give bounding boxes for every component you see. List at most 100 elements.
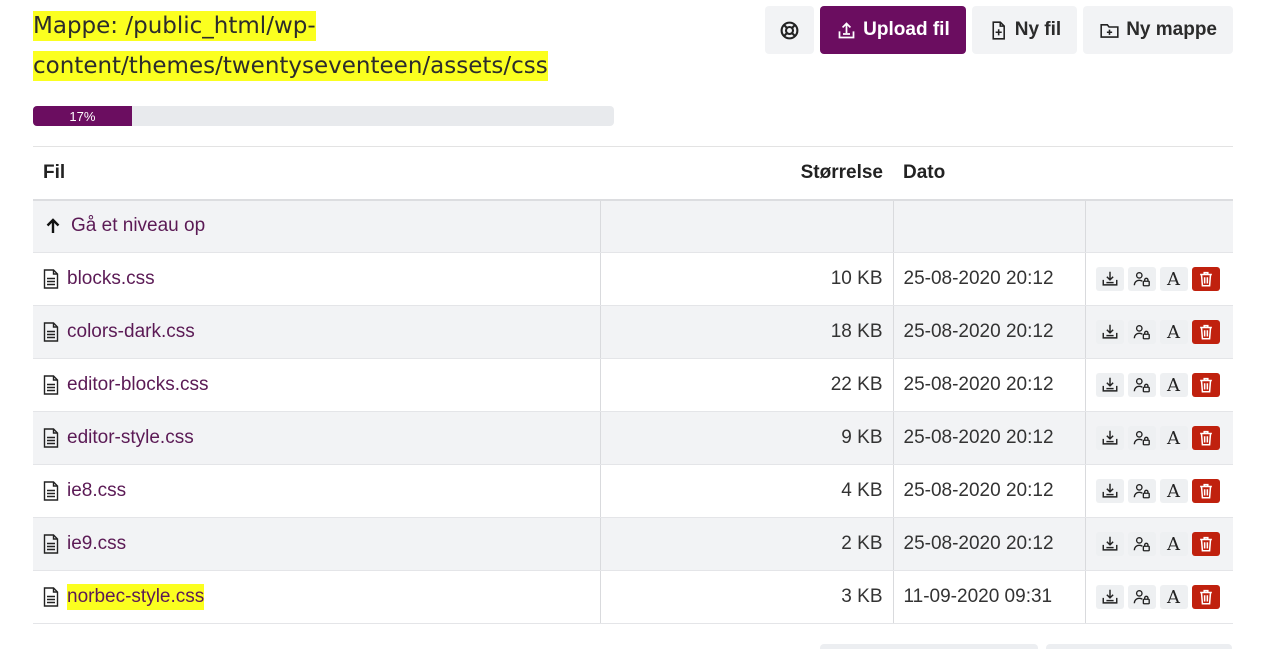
- file-row[interactable]: colors-dark.css 18 KB 25-08-2020 20:12 A: [33, 305, 1233, 359]
- file-name-link[interactable]: colors-dark.css: [67, 321, 195, 343]
- file-row[interactable]: ie8.css 4 KB 25-08-2020 20:12 A: [33, 464, 1233, 518]
- file-row[interactable]: ie9.css 2 KB 25-08-2020 20:12 A: [33, 517, 1233, 571]
- trash-icon: [1199, 271, 1212, 287]
- download-icon: [1102, 324, 1117, 339]
- delete-button[interactable]: [1191, 267, 1220, 291]
- upload-file-label: Upload fil: [863, 19, 950, 40]
- permissions-button[interactable]: [1127, 267, 1156, 291]
- permissions-icon: [1133, 537, 1150, 552]
- file-name-link[interactable]: norbec-style.css: [67, 584, 205, 610]
- folder-path-line2: content/themes/twentyseventeen/assets/cs…: [33, 51, 548, 81]
- download-icon: [1102, 536, 1117, 551]
- file-name-link[interactable]: editor-blocks.css: [67, 374, 209, 396]
- delete-button[interactable]: [1191, 585, 1220, 609]
- header-size[interactable]: Størrelse: [600, 146, 893, 201]
- download-button[interactable]: [1095, 267, 1124, 291]
- lifebuoy-icon: [780, 21, 799, 39]
- file-icon: [43, 534, 59, 554]
- download-button[interactable]: [1095, 479, 1124, 503]
- file-icon: [43, 587, 59, 607]
- rename-button[interactable]: A: [1159, 320, 1188, 344]
- file-date: 25-08-2020 20:12: [893, 517, 1086, 571]
- file-name-link[interactable]: ie8.css: [67, 480, 126, 502]
- trash-icon: [1199, 536, 1212, 552]
- permissions-button[interactable]: [1127, 373, 1156, 397]
- rename-button[interactable]: A: [1159, 585, 1188, 609]
- file-icon: [43, 375, 59, 395]
- folder-path-line1: Mappe: /public_html/wp-: [33, 11, 316, 41]
- file-icon: [43, 428, 59, 448]
- rename-button[interactable]: A: [1159, 267, 1188, 291]
- file-table: Fil Størrelse Dato Gå et niveau op block…: [33, 146, 1233, 624]
- trash-icon: [1199, 430, 1212, 446]
- download-button[interactable]: [1095, 320, 1124, 344]
- upload-progress-fill: 17%: [33, 106, 132, 126]
- download-button[interactable]: [1095, 585, 1124, 609]
- file-icon: [43, 269, 59, 289]
- upload-progress-bar: 17%: [33, 106, 614, 126]
- toolbar: Upload fil Ny fil Ny mappe: [765, 6, 1233, 54]
- download-button[interactable]: [1095, 373, 1124, 397]
- rename-button[interactable]: A: [1159, 426, 1188, 450]
- permissions-icon: [1133, 325, 1150, 340]
- permissions-icon: [1133, 378, 1150, 393]
- header-date[interactable]: Dato: [893, 146, 1085, 201]
- file-row[interactable]: editor-style.css 9 KB 25-08-2020 20:12 A: [33, 411, 1233, 465]
- header-actions: [1085, 146, 1233, 201]
- new-file-icon: [992, 20, 1005, 40]
- file-row[interactable]: editor-blocks.css 22 KB 25-08-2020 20:12 A: [33, 358, 1233, 412]
- file-date: 11-09-2020 09:31: [893, 570, 1086, 624]
- download-button[interactable]: [1095, 426, 1124, 450]
- permissions-button[interactable]: [1127, 532, 1156, 556]
- permissions-button[interactable]: [1127, 426, 1156, 450]
- download-icon: [1102, 271, 1117, 286]
- delete-button[interactable]: [1191, 532, 1220, 556]
- rename-button[interactable]: A: [1159, 373, 1188, 397]
- trash-icon: [1199, 377, 1212, 393]
- download-icon: [1102, 377, 1117, 392]
- trash-icon: [1199, 589, 1212, 605]
- folder-path-title: Mappe: /public_html/wp- content/themes/t…: [33, 6, 553, 86]
- trash-icon: [1199, 324, 1212, 340]
- parent-directory-link[interactable]: Gå et niveau op: [71, 215, 205, 237]
- file-date: 25-08-2020 20:12: [893, 411, 1086, 465]
- delete-button[interactable]: [1191, 479, 1220, 503]
- delete-button[interactable]: [1191, 426, 1220, 450]
- file-name-link[interactable]: editor-style.css: [67, 427, 194, 449]
- file-size: 18 KB: [600, 305, 894, 359]
- download-icon: [1102, 483, 1117, 498]
- permissions-button[interactable]: [1127, 320, 1156, 344]
- file-name-link[interactable]: ie9.css: [67, 533, 126, 555]
- download-button[interactable]: [1095, 532, 1124, 556]
- file-name-link[interactable]: blocks.css: [67, 268, 155, 290]
- permissions-icon: [1133, 484, 1150, 499]
- delete-button[interactable]: [1191, 320, 1220, 344]
- pagination-button-next[interactable]: [1046, 644, 1232, 649]
- file-date: 25-08-2020 20:12: [893, 358, 1086, 412]
- rename-button[interactable]: A: [1159, 532, 1188, 556]
- rename-button[interactable]: A: [1159, 479, 1188, 503]
- permissions-icon: [1133, 431, 1150, 446]
- file-size: 3 KB: [600, 570, 894, 624]
- new-file-button[interactable]: Ny fil: [971, 6, 1078, 54]
- file-date: 25-08-2020 20:12: [893, 305, 1086, 359]
- new-folder-label: Ny mappe: [1126, 19, 1217, 40]
- upload-file-button[interactable]: Upload fil: [820, 6, 966, 54]
- file-size: 10 KB: [600, 252, 894, 306]
- upload-icon: [838, 21, 855, 38]
- download-icon: [1102, 430, 1117, 445]
- permissions-icon: [1133, 590, 1150, 605]
- delete-button[interactable]: [1191, 373, 1220, 397]
- file-row[interactable]: blocks.css 10 KB 25-08-2020 20:12 A: [33, 252, 1233, 306]
- permissions-button[interactable]: [1127, 585, 1156, 609]
- trash-icon: [1199, 483, 1212, 499]
- arrow-up-icon: [46, 218, 60, 234]
- permissions-button[interactable]: [1127, 479, 1156, 503]
- upload-progress-label: 17%: [69, 108, 96, 124]
- help-button[interactable]: [765, 6, 815, 54]
- header-file[interactable]: Fil: [33, 146, 600, 201]
- pagination-button-prev[interactable]: [820, 644, 1038, 649]
- parent-directory-row[interactable]: Gå et niveau op: [33, 199, 1233, 253]
- file-row[interactable]: norbec-style.css 3 KB 11-09-2020 09:31 A: [33, 570, 1233, 624]
- new-folder-button[interactable]: Ny mappe: [1083, 6, 1233, 54]
